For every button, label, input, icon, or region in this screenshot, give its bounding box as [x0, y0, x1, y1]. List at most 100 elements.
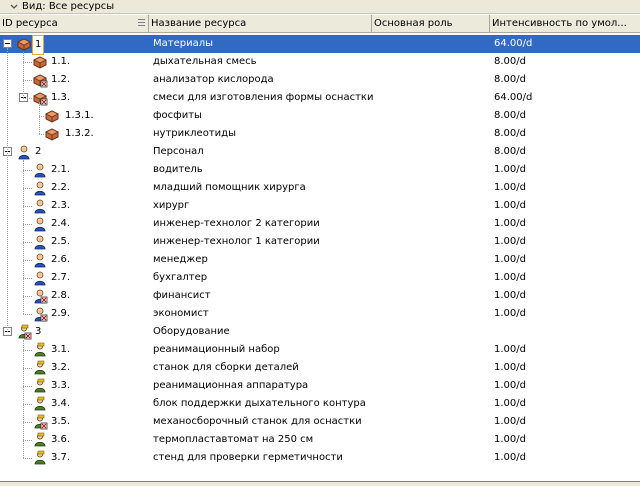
column-header-role[interactable]: Основная роль [372, 15, 490, 32]
resource-id: 1.1. [51, 56, 71, 67]
tree-row[interactable]: 2.6. менеджер 1.00/d [0, 251, 640, 269]
resource-id: 1 [32, 35, 45, 55]
resource-id: 2 [35, 146, 42, 157]
resource-intensity: 1.00/d [494, 452, 526, 463]
equipment-resource-icon [32, 432, 48, 448]
tree-guide-line [23, 368, 32, 369]
tree-row[interactable]: 2.8. финансист 1.00/d [0, 287, 640, 305]
resource-name: смеси для изготовления формы оснастки [153, 92, 374, 103]
tree-row[interactable]: 3.4. блок поддержки дыхательного контура 1… [0, 395, 640, 413]
resource-intensity: 8.00/d [494, 146, 526, 157]
resource-name: реанимационная аппаратура [153, 380, 309, 391]
resource-intensity: 1.00/d [494, 362, 526, 373]
tree-row[interactable]: 3.5. механосборочный станок для оснастки 1… [0, 413, 640, 431]
tree-row[interactable]: 1.1. дыхательная смесь 8.00/d [0, 53, 640, 71]
resource-id: 3.6. [51, 434, 71, 445]
tree-row[interactable]: 3.1. реанимационный набор 1.00/d [0, 341, 640, 359]
resource-id: 1.3.2. [65, 128, 94, 139]
tree-guide-line [23, 440, 32, 441]
tree-guide-line [23, 314, 32, 315]
resource-id: 2.7. [51, 272, 71, 283]
chevron-down-icon[interactable] [10, 3, 18, 11]
tree-row[interactable]: 3.2. станок для сборки деталей 1.00/d [0, 359, 640, 377]
person-resource-icon [32, 216, 48, 232]
tree-guide-line [23, 422, 32, 423]
resource-intensity: 1.00/d [494, 164, 526, 175]
tree-row[interactable]: 1 Материалы 64.00/d [0, 35, 640, 55]
collapse-toggle-icon[interactable] [3, 39, 12, 48]
equipment-resource-icon [32, 378, 48, 394]
resource-id: 3 [35, 326, 42, 337]
tree-row[interactable]: 3 Оборудование [0, 323, 640, 341]
equipment-resource-flagged-icon [32, 414, 48, 430]
tree-guide-line [23, 260, 32, 261]
resource-id: 2.6. [51, 254, 71, 265]
tree-guide-line [23, 296, 32, 297]
tree-row[interactable]: 1.3.2. нутриклеотиды 8.00/d [0, 125, 640, 143]
resource-name: термопластавтомат на 250 см [153, 434, 314, 445]
column-header-intensity[interactable]: Интенсивность по умол... [490, 15, 640, 32]
resource-name: механосборочный станок для оснастки [153, 416, 362, 427]
column-chooser-icon[interactable] [138, 19, 145, 28]
tree-row[interactable]: 3.3. реанимационная аппаратура 1.00/d [0, 377, 640, 395]
tree-guide-line [23, 62, 32, 63]
tree-row[interactable]: 3.6. термопластавтомат на 250 см 1.00/d [0, 431, 640, 449]
resource-intensity: 1.00/d [494, 416, 526, 427]
resource-intensity: 1.00/d [494, 254, 526, 265]
equipment-resource-icon [32, 450, 48, 466]
resource-id: 2.8. [51, 290, 71, 301]
person-resource-icon [32, 234, 48, 250]
resource-intensity: 64.00/d [494, 92, 533, 103]
tree-guide-line [23, 160, 24, 314]
tree-row[interactable]: 2 Персонал 8.00/d [0, 143, 640, 161]
resource-id: 3.5. [51, 416, 71, 427]
column-header: ID ресурса Название ресурса Основная рол… [0, 15, 640, 33]
tree-row[interactable]: 2.1. водитель 1.00/d [0, 161, 640, 179]
material-resource-flagged-icon [32, 72, 48, 88]
tree-row[interactable]: 2.4. инженер-технолог 2 категории 1.00/d [0, 215, 640, 233]
tree-row[interactable]: 3.7. стенд для проверки герметичности 1.00… [0, 449, 640, 467]
resource-intensity: 1.00/d [494, 290, 526, 301]
column-header-id[interactable]: ID ресурса [0, 15, 149, 32]
resource-id: 1.3.1. [65, 110, 94, 121]
material-resource-icon [44, 108, 60, 124]
equipment-resource-icon [32, 396, 48, 412]
tree-guide-line [23, 206, 32, 207]
tree-row[interactable]: 1.2. анализатор кислорода 8.00/d [0, 71, 640, 89]
resource-intensity: 8.00/d [494, 128, 526, 139]
resource-intensity: 1.00/d [494, 236, 526, 247]
person-resource-icon [16, 144, 32, 160]
resource-id: 2.4. [51, 218, 71, 229]
resource-intensity: 8.00/d [494, 74, 526, 85]
tree-row[interactable]: 2.2. младший помощник хирурга 1.00/d [0, 179, 640, 197]
view-bar[interactable]: Вид: Все ресурсы [0, 0, 640, 14]
tree-row[interactable]: 2.7. бухгалтер 1.00/d [0, 269, 640, 287]
resource-id: 3.4. [51, 398, 71, 409]
tree-row[interactable]: 2.3. хирург 1.00/d [0, 197, 640, 215]
resource-name: менеджер [153, 254, 208, 265]
tree-guide-line [23, 404, 32, 405]
resource-intensity: 8.00/d [494, 110, 526, 121]
resource-name: стенд для проверки герметичности [153, 452, 343, 463]
resource-tree: 1 Материалы 64.00/d 1.1. дыхательная смесь 8.… [0, 35, 640, 467]
resource-name: финансист [153, 290, 211, 301]
tree-guide-line [23, 386, 32, 387]
person-resource-icon [32, 198, 48, 214]
resource-id: 3.1. [51, 344, 71, 355]
resource-id: 3.7. [51, 452, 71, 463]
tree-guide-line [23, 278, 32, 279]
tree-guide-line [7, 48, 8, 332]
tree-row[interactable]: 1.3.1. фосфиты 8.00/d [0, 107, 640, 125]
person-resource-icon [32, 252, 48, 268]
tree-row[interactable]: 1.3. смеси для изготовления формы оснастк… [0, 89, 640, 107]
tree-guide-line [23, 224, 32, 225]
resource-name: Материалы [153, 38, 213, 49]
bottom-border [0, 481, 640, 486]
resource-intensity: 1.00/d [494, 218, 526, 229]
column-header-name-label: Название ресурса [151, 18, 247, 29]
column-header-name[interactable]: Название ресурса [149, 15, 372, 32]
tree-row[interactable]: 2.9. экономист 1.00/d [0, 305, 640, 323]
tree-row[interactable]: 2.5. инженер-технолог 1 категории 1.00/d [0, 233, 640, 251]
resource-intensity: 1.00/d [494, 398, 526, 409]
equipment-resource-icon [32, 342, 48, 358]
